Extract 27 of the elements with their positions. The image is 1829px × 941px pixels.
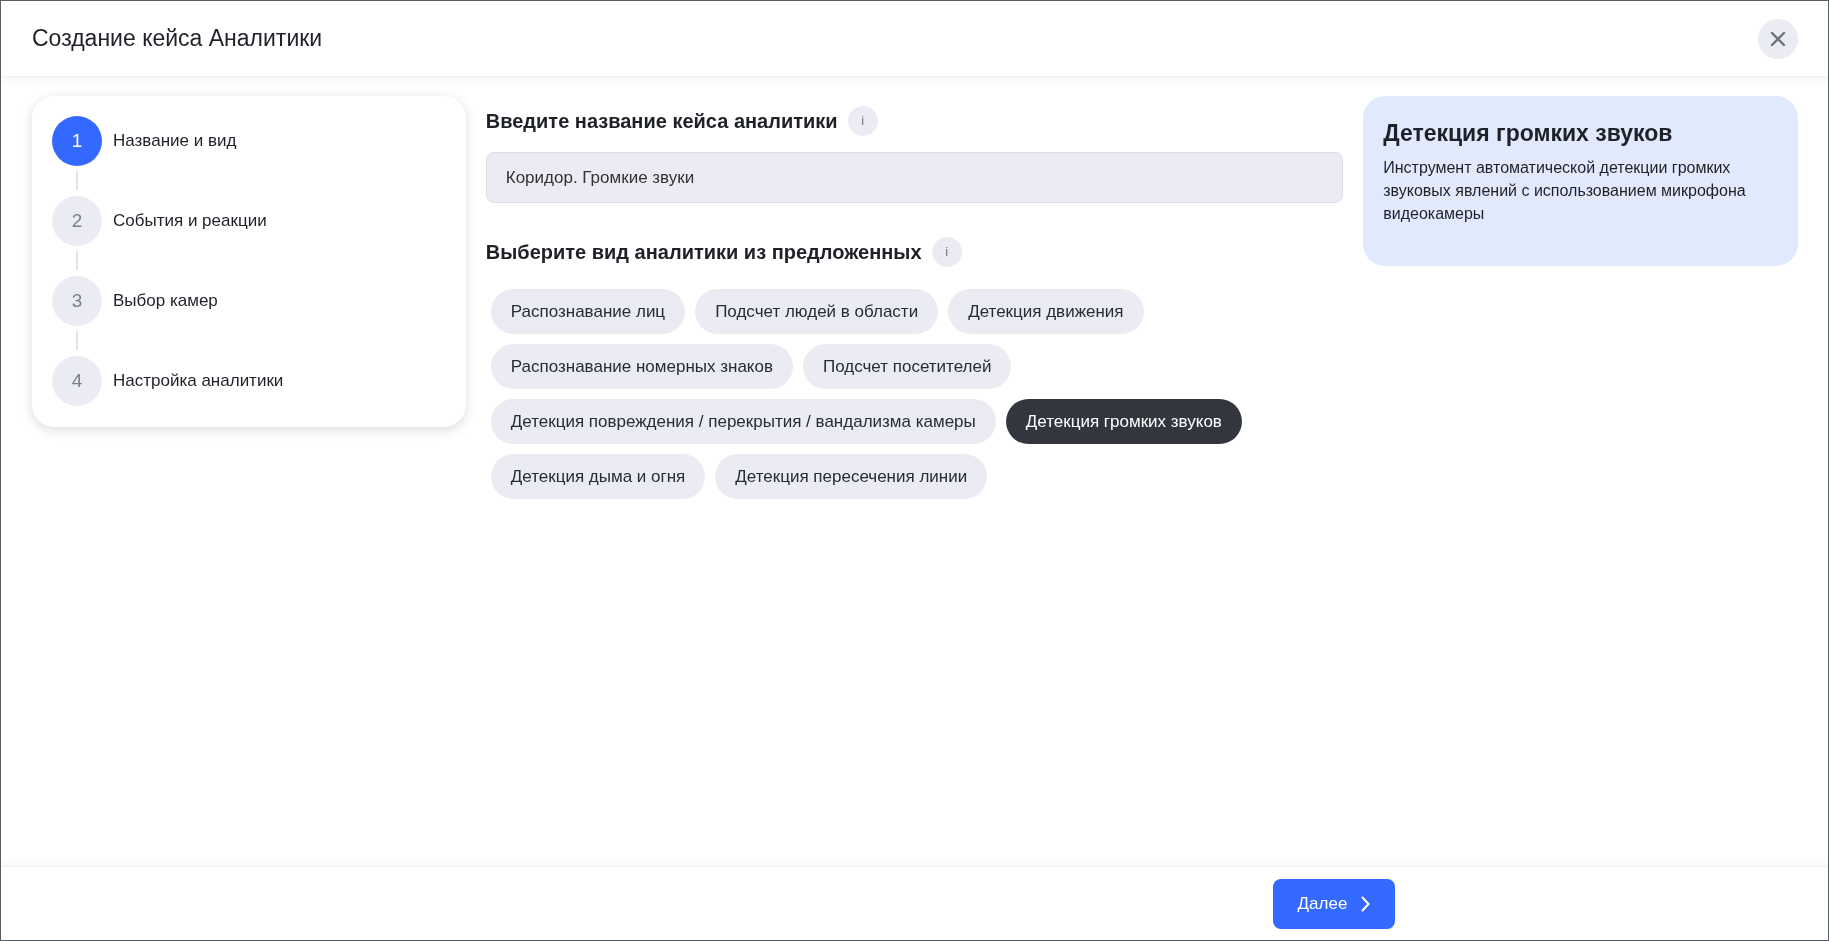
analytics-type-chip[interactable]: Распознавание номерных знаков [490, 344, 793, 389]
close-button[interactable] [1758, 18, 1798, 59]
analytics-type-chip[interactable]: Детекция движения [948, 289, 1144, 334]
section-heading: Выберите вид аналитики из предложенных [485, 240, 922, 264]
case-name-field[interactable]: Коридор. Громкие звуки [485, 152, 1344, 203]
step-label[interactable]: События и реакции [113, 208, 267, 234]
description-text: Инструмент автоматической детекции громких звуковых явлений с использованием микрофона видеокамеры [1383, 157, 1747, 224]
close-icon [1770, 30, 1786, 47]
step-label[interactable]: Название и вид [113, 128, 237, 154]
analytics-type-chip[interactable]: Детекция громких звуков [1005, 399, 1242, 444]
step-number[interactable]: 4 [52, 356, 102, 406]
analytics-type-chip[interactable]: Детекция дыма и огня [490, 454, 706, 499]
analytics-type-chip[interactable]: Детекция пересечения линии [715, 454, 988, 499]
info-button[interactable]: i [847, 106, 878, 136]
step-label[interactable]: Выбор камер [113, 288, 218, 314]
info-button[interactable]: i [931, 237, 962, 267]
analytics-type-chip[interactable]: Подсчет людей в области [695, 289, 939, 334]
step-label[interactable]: Настройка аналитики [113, 368, 284, 394]
section-heading: Введите название кейса аналитики [485, 109, 838, 133]
next-button[interactable]: Далее [1273, 878, 1395, 929]
analytics-type-chip[interactable]: Подсчет посетителей [803, 344, 1012, 389]
analytics-type-chip[interactable]: Детекция повреждения / перекрытия / вандализма камеры [490, 399, 996, 444]
dialog-title: Создание кейса Аналитики [32, 24, 323, 53]
description-title: Детекция громких звуков [1383, 120, 1674, 148]
analytics-type-chip[interactable]: Распознавание лиц [490, 289, 686, 334]
chevron-right-icon [1361, 895, 1371, 912]
step-number[interactable]: 1 [52, 116, 102, 166]
